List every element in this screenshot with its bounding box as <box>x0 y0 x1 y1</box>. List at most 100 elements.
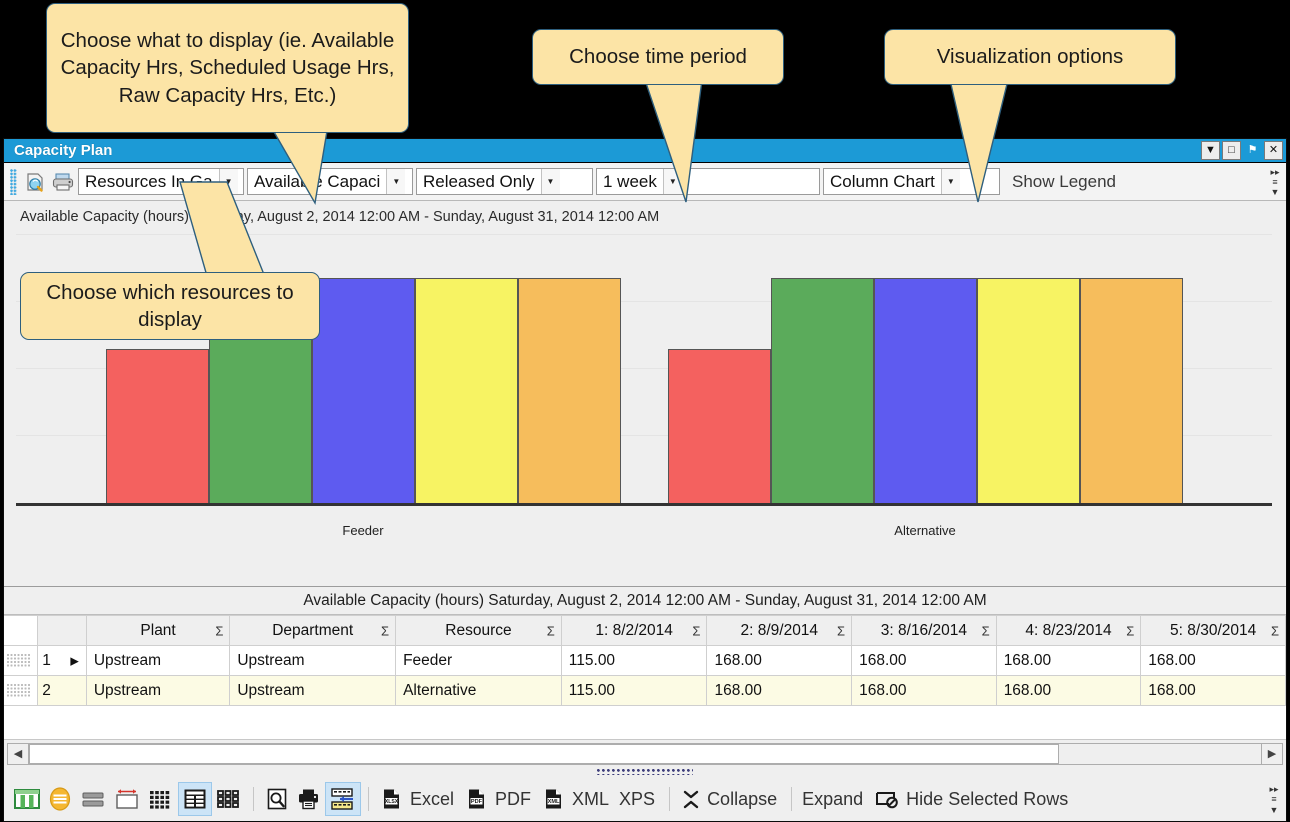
collapse-icon[interactable]: Collapse <box>677 782 784 816</box>
column-header-label: Resource <box>445 621 512 639</box>
table-cell[interactable]: 115.00 <box>561 645 708 676</box>
export-xps-label[interactable]: XPS <box>616 782 662 816</box>
sigma-summary-icon[interactable]: Σ <box>215 623 223 638</box>
column-header[interactable]: 2: 8/9/2014 Σ <box>706 615 853 646</box>
row-bands-icon[interactable] <box>76 782 110 816</box>
svg-text:PDF: PDF <box>471 799 483 805</box>
row-drag-gutter[interactable] <box>4 645 39 676</box>
table-cell[interactable]: Upstream <box>86 675 231 706</box>
arrow-left-icon: ◀ <box>13 748 23 760</box>
current-row-indicator-icon: ▶ <box>70 655 79 667</box>
export-excel-icon[interactable]: XLSX Excel <box>376 782 461 816</box>
table-cell[interactable]: 168.00 <box>706 645 853 676</box>
table-cell[interactable]: 115.00 <box>561 675 708 706</box>
chevron-down-icon[interactable]: ▼ <box>540 169 560 194</box>
column-header[interactable]: 5: 8/30/2014 Σ <box>1140 615 1286 646</box>
export-xml-icon[interactable]: XML XML <box>538 782 616 816</box>
chart-bar[interactable] <box>976 277 1080 503</box>
record-card-icon[interactable] <box>44 782 76 816</box>
grid-header: Plant Σ Department Σ Resource Σ 1: 8/2/2014 Σ 2:… <box>4 615 1286 646</box>
sigma-summary-icon[interactable]: Σ <box>837 623 845 638</box>
table-row[interactable]: 2 Upstream Upstream Alternative 115.00 168.00… <box>4 675 1286 706</box>
scrollbar-thumb[interactable] <box>29 743 1059 764</box>
export-excel-label: Excel <box>410 788 455 809</box>
column-header[interactable]: 4: 8/23/2014 Σ <box>996 615 1142 646</box>
grid-dense-icon[interactable] <box>144 782 178 816</box>
table-cell[interactable]: Upstream <box>229 645 397 676</box>
refresh-query-icon[interactable] <box>22 169 48 195</box>
page-title: Capacity Plan <box>14 142 113 159</box>
sigma-summary-icon[interactable]: Σ <box>982 623 990 638</box>
chart-bar[interactable] <box>517 277 621 503</box>
column-header[interactable]: Plant Σ <box>86 615 231 646</box>
column-header[interactable]: Resource Σ <box>395 615 562 646</box>
column-header[interactable]: Department Σ <box>229 615 397 646</box>
export-xml-label: XML <box>572 788 610 809</box>
table-cell[interactable]: Upstream <box>86 645 231 676</box>
grid-gutter-header <box>4 615 39 646</box>
scrollbar-track[interactable] <box>29 742 1261 765</box>
table-cell[interactable]: Alternative <box>395 675 562 706</box>
print-icon[interactable] <box>293 782 325 816</box>
panel-splitter[interactable] <box>4 767 1286 777</box>
table-cell[interactable]: 168.00 <box>996 645 1142 676</box>
table-cell[interactable]: 168.00 <box>1140 675 1286 706</box>
chart-bar[interactable] <box>667 348 771 503</box>
page-setup-icon[interactable] <box>325 782 361 816</box>
grid-rows-icon[interactable] <box>178 782 212 816</box>
table-cell[interactable]: Feeder <box>395 645 562 676</box>
chart-bar[interactable] <box>1079 277 1183 503</box>
table-cell[interactable]: 168.00 <box>851 645 997 676</box>
chart-bar[interactable] <box>105 348 209 503</box>
autofit-width-icon[interactable] <box>110 782 144 816</box>
row-number: 1 <box>42 651 51 669</box>
scroll-right-button[interactable]: ▶ <box>1261 742 1283 765</box>
table-cell[interactable]: Upstream <box>229 675 397 706</box>
bottom-overflow-chevrons: ▸▸ <box>1269 784 1279 794</box>
dropdown-menu-button[interactable]: ▼ <box>1201 141 1220 160</box>
card-tiles-icon[interactable] <box>212 782 246 816</box>
data-grid[interactable]: Plant Σ Department Σ Resource Σ 1: 8/2/2014 Σ 2:… <box>4 615 1286 706</box>
row-number-cell[interactable]: 2 <box>37 675 87 706</box>
chart-bar[interactable] <box>770 277 874 503</box>
table-cell[interactable]: 168.00 <box>851 675 997 706</box>
print-preview-icon[interactable] <box>261 782 293 816</box>
column-header-label: Plant <box>140 621 176 639</box>
column-header-label: 2: 8/9/2014 <box>740 621 819 639</box>
column-header[interactable]: 3: 8/16/2014 Σ <box>851 615 997 646</box>
layout-grid-icon[interactable] <box>10 782 44 816</box>
sigma-summary-icon[interactable]: Σ <box>1126 623 1134 638</box>
toolbar-drag-handle[interactable] <box>10 168 17 195</box>
table-cell[interactable]: 168.00 <box>706 675 853 706</box>
table-cell[interactable]: 168.00 <box>996 675 1142 706</box>
toolbar-divider <box>791 787 793 811</box>
chart-bar[interactable] <box>414 277 518 503</box>
chart-bar[interactable] <box>873 277 977 503</box>
table-cell[interactable]: 168.00 <box>1140 645 1286 676</box>
sigma-summary-icon[interactable]: Σ <box>692 623 700 638</box>
expand-label[interactable]: Expand <box>799 782 870 816</box>
column-header[interactable]: 1: 8/2/2014 Σ <box>561 615 708 646</box>
chevron-down-icon[interactable]: ▼ <box>386 169 406 194</box>
row-number-cell[interactable]: 1 ▶ <box>37 645 87 676</box>
scroll-left-button[interactable]: ◀ <box>7 742 29 765</box>
table-row[interactable]: 1 ▶ Upstream Upstream Feeder 115.00 168.00 168.… <box>4 645 1286 676</box>
sigma-summary-icon[interactable]: Σ <box>381 623 389 638</box>
row-drag-gutter[interactable] <box>4 675 39 706</box>
grid-rownum-header <box>37 615 87 646</box>
maximize-button[interactable]: □ <box>1222 141 1241 160</box>
sigma-summary-icon[interactable]: Σ <box>547 623 555 638</box>
toolbar-overflow-button[interactable]: ▸▸ ≡ ▼ <box>1268 167 1282 198</box>
hide-selected-rows-icon[interactable]: Hide Selected Rows <box>870 782 1075 816</box>
grid-header-row: Plant Σ Department Σ Resource Σ 1: 8/2/2014 Σ 2:… <box>4 615 1286 646</box>
print-icon[interactable] <box>50 169 76 195</box>
sigma-summary-icon[interactable]: Σ <box>1271 623 1279 638</box>
export-pdf-icon[interactable]: PDF PDF <box>461 782 538 816</box>
bottom-toolbar-overflow-button[interactable]: ▸▸ ≡ ▼ <box>1267 784 1281 815</box>
horizontal-scrollbar[interactable]: ◀ ▶ <box>4 739 1286 767</box>
pin-button[interactable]: ⚑ <box>1243 141 1262 160</box>
filter-combo[interactable]: Released Only ▼ <box>416 168 593 195</box>
chart-bar[interactable] <box>311 277 415 503</box>
close-button[interactable]: ✕ <box>1264 141 1283 160</box>
callout-display-text: Choose what to display (ie. Available Ca… <box>60 29 395 107</box>
